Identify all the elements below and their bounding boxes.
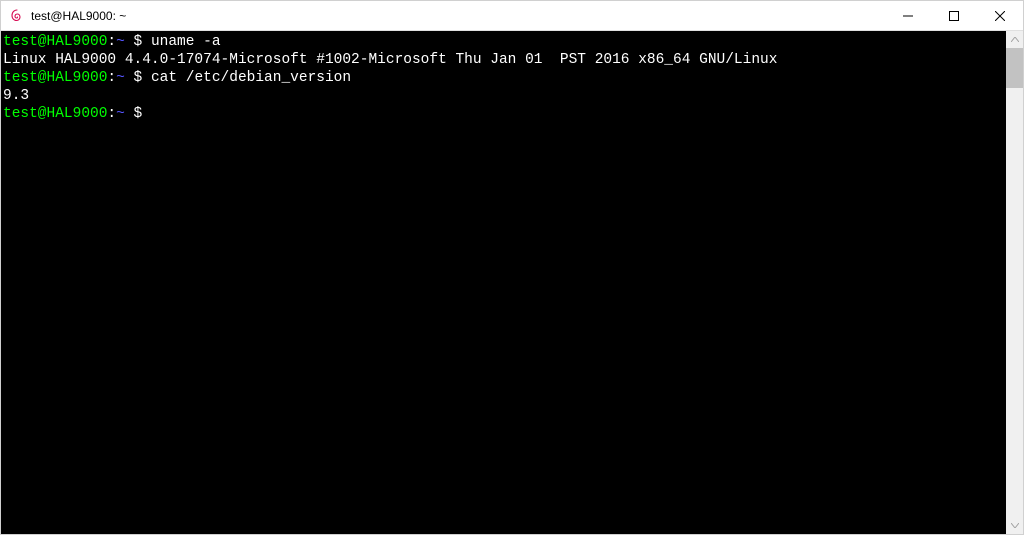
output-text: Linux HAL9000 4.4.0-17074-Microsoft #100…	[3, 52, 777, 68]
terminal-prompt-line: test@HAL9000:~ $	[3, 105, 1006, 123]
prompt-separator: :	[107, 106, 116, 122]
command-text: uname -a	[151, 34, 221, 50]
terminal-prompt-line: test@HAL9000:~ $ uname -a	[3, 33, 1006, 51]
window-controls	[885, 1, 1023, 30]
prompt-dollar: $	[125, 34, 151, 50]
scroll-down-arrow-icon[interactable]	[1006, 517, 1023, 534]
terminal-prompt-line: test@HAL9000:~ $ cat /etc/debian_version	[3, 69, 1006, 87]
prompt-path: ~	[116, 70, 125, 86]
maximize-button[interactable]	[931, 1, 977, 30]
window-title: test@HAL9000: ~	[31, 9, 885, 23]
minimize-button[interactable]	[885, 1, 931, 30]
close-button[interactable]	[977, 1, 1023, 30]
command-text: cat /etc/debian_version	[151, 70, 351, 86]
scrollbar-thumb[interactable]	[1006, 48, 1023, 88]
terminal[interactable]: test@HAL9000:~ $ uname -aLinux HAL9000 4…	[1, 31, 1006, 534]
window-titlebar[interactable]: test@HAL9000: ~	[1, 1, 1023, 31]
prompt-path: ~	[116, 34, 125, 50]
scrollbar[interactable]	[1006, 31, 1023, 534]
debian-swirl-icon	[9, 8, 25, 24]
prompt-dollar: $	[125, 70, 151, 86]
prompt-separator: :	[107, 70, 116, 86]
terminal-output-line: Linux HAL9000 4.4.0-17074-Microsoft #100…	[3, 51, 1006, 69]
terminal-area: test@HAL9000:~ $ uname -aLinux HAL9000 4…	[1, 31, 1023, 534]
terminal-output-line: 9.3	[3, 87, 1006, 105]
prompt-dollar: $	[125, 106, 151, 122]
prompt-path: ~	[116, 106, 125, 122]
prompt-user: test@HAL9000	[3, 106, 107, 122]
output-text: 9.3	[3, 88, 29, 104]
prompt-user: test@HAL9000	[3, 70, 107, 86]
prompt-separator: :	[107, 34, 116, 50]
prompt-user: test@HAL9000	[3, 34, 107, 50]
scroll-up-arrow-icon[interactable]	[1006, 31, 1023, 48]
